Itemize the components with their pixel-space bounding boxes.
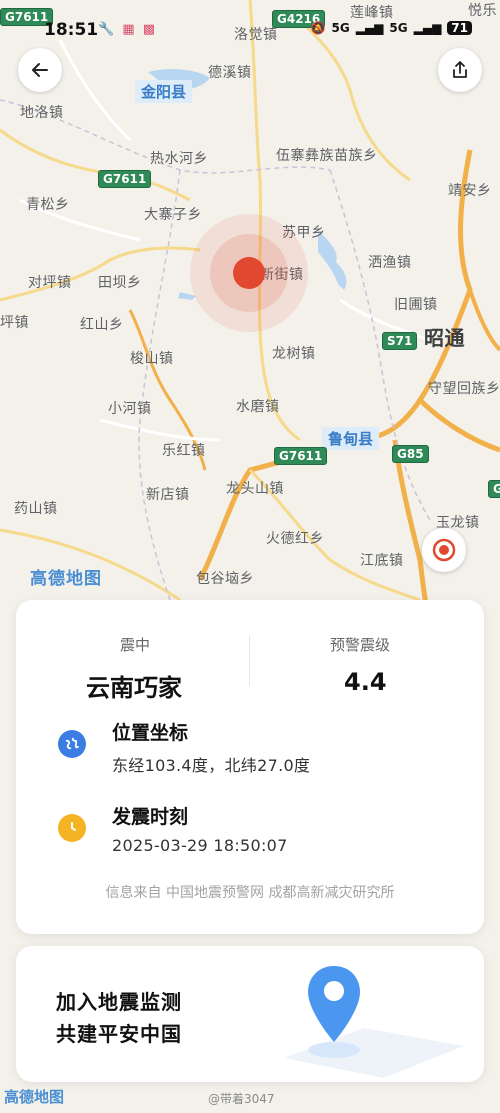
county-label: 金阳县 [135, 80, 193, 103]
join-monitoring-banner[interactable]: 加入地震监测 共建平安中国 [16, 946, 484, 1082]
signal-bars-icon: ▂▄▆ [355, 21, 384, 35]
place-label: 水磨镇 [236, 399, 280, 415]
status-time: 18:51 [44, 20, 99, 40]
bell-off-icon: 🔕 [310, 21, 326, 35]
target-icon [432, 538, 456, 562]
place-label: 新店镇 [146, 487, 190, 503]
signal-5g-icon: 5G [389, 21, 408, 35]
app-icon: ▦ [122, 22, 137, 37]
app-icon: ▩ [142, 22, 158, 37]
earthquake-info-card: 震中 云南巧家 预警震级 4.4 位置坐标 东经103.4度，北纬27.0度 发… [16, 600, 484, 934]
place-label: 德溪镇 [208, 65, 252, 81]
county-label: 鲁甸县 [322, 427, 380, 450]
place-label: 守望回族乡 [428, 381, 500, 397]
data-source: 信息来自 中国地震预警网 成都高新减灾研究所 [105, 885, 395, 901]
watermark: @带着3047 [208, 1092, 275, 1106]
place-label: 乐红镇 [162, 443, 206, 459]
epicenter-label: 震中 [120, 636, 151, 654]
place-label: 靖安乡 [448, 183, 492, 199]
share-icon [453, 61, 467, 78]
place-label: 包谷垴乡 [196, 571, 254, 587]
place-label: 小河镇 [108, 401, 152, 417]
notification-icons: 🔧 ▦ ▩ [98, 22, 157, 37]
locate-button[interactable] [422, 528, 466, 572]
quake-time-title: 发震时刻 [112, 806, 189, 828]
place-label: 药山镇 [14, 501, 58, 517]
epicenter-marker[interactable] [190, 214, 308, 332]
battery-indicator: 71 [447, 21, 472, 35]
banner-title: 加入地震监测 [56, 990, 182, 1014]
highway-shield: S71 [382, 332, 418, 350]
place-label: 江底镇 [360, 553, 404, 569]
place-label: 梭山镇 [130, 351, 174, 367]
city-label: 昭通 [424, 326, 465, 350]
epicenter-value: 云南巧家 [86, 674, 182, 702]
magnitude-label: 预警震级 [330, 636, 391, 654]
place-label: 洒渔镇 [368, 255, 412, 271]
back-button[interactable] [18, 48, 62, 92]
banner-subtitle: 共建平安中国 [56, 1022, 182, 1046]
map-attribution: 高德地图 [30, 569, 102, 589]
clock-icon [58, 814, 86, 842]
place-label: 地洛镇 [20, 105, 64, 121]
highway-shield: G85 [392, 445, 429, 463]
coordinates-title: 位置坐标 [112, 722, 189, 744]
coordinates-value: 东经103.4度，北纬27.0度 [112, 756, 311, 775]
highway-shield: G [488, 480, 500, 498]
highway-shield: G7611 [98, 170, 152, 188]
place-label: 对坪镇 [28, 275, 72, 291]
wrench-icon: 🔧 [98, 22, 117, 37]
share-button[interactable] [438, 48, 482, 92]
place-label: 坪镇 [0, 315, 29, 331]
map-attribution-bottom: 高德地图 [4, 1088, 65, 1106]
place-label: 田坝乡 [98, 275, 142, 291]
magnitude-value: 4.4 [344, 668, 387, 696]
system-icons: 🔕 5G ▂▄▆ 5G ▂▄▆ 71 [311, 21, 472, 35]
divider [249, 636, 250, 686]
status-bar: 18:51 🔧 ▦ ▩ 🔕 5G ▂▄▆ 5G ▂▄▆ 71 [0, 0, 500, 44]
place-label: 龙头山镇 [226, 481, 284, 497]
place-label: 火德红乡 [266, 531, 324, 547]
location-pin-icon [284, 966, 464, 1078]
globe-icon [58, 730, 86, 758]
place-label: 红山乡 [80, 317, 124, 333]
quake-time-value: 2025-03-29 18:50:07 [112, 836, 288, 855]
signal-bars-icon: ▂▄▆ [413, 21, 442, 35]
place-label: 热水河乡 [150, 151, 208, 167]
highway-shield: G7611 [274, 447, 328, 465]
signal-5g-icon: 5G [331, 21, 350, 35]
place-label: 伍寨彝族苗族乡 [276, 148, 378, 164]
arrow-left-icon [32, 63, 48, 77]
place-label: 龙树镇 [272, 346, 316, 362]
place-label: 旧圃镇 [394, 297, 438, 313]
place-label: 青松乡 [26, 197, 70, 213]
